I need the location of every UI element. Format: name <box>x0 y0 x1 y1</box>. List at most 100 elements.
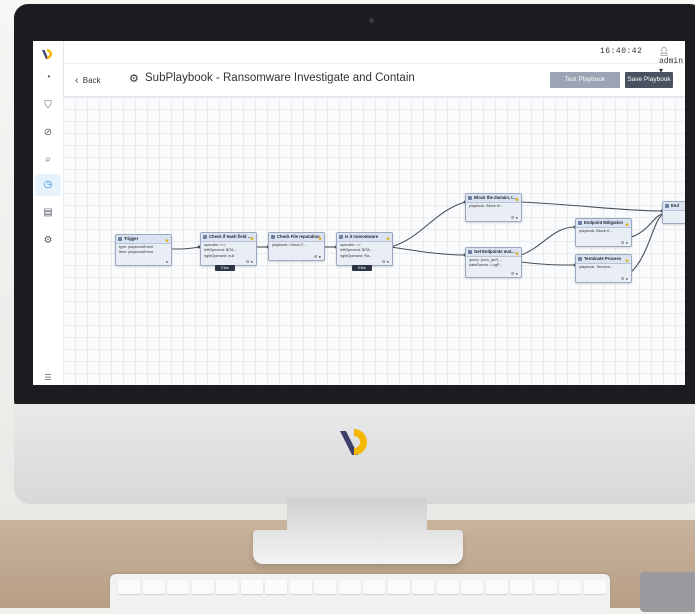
node-end[interactable]: End★ ● <box>662 201 685 224</box>
node-check-file[interactable]: Check File reputation ★ playbook: Check F… <box>268 232 325 261</box>
keyboard-key <box>216 580 238 594</box>
keyboard-key <box>118 580 140 594</box>
node-title: Endpoint Mitigation <box>584 220 624 225</box>
playbook-canvas[interactable]: Trigger ★ type: playbookEvent item: playb… <box>63 97 685 385</box>
node-title: Get Endpoints mat... <box>474 249 515 254</box>
dashboard-icon[interactable]: ◔ <box>41 71 55 85</box>
star-icon: ★ <box>164 237 169 243</box>
link-terminate-end <box>630 214 663 273</box>
node-row: playbook: Block th... <box>469 203 503 208</box>
else-tag[interactable]: Else <box>215 265 235 271</box>
delete-icon[interactable]: ● <box>166 259 168 264</box>
sidebar: ◔ ⛉ ⊘ ⌕ ◷ ▤ ⚙ ☰ <box>33 41 64 385</box>
node-endpoint-mitigation[interactable]: Endpoint Mitigation ★ playbook: Block H..… <box>575 218 632 247</box>
test-playbook-button[interactable]: Test Playbook <box>550 72 620 88</box>
keyboard-key <box>314 580 336 594</box>
star-icon: ★ <box>385 235 390 241</box>
node-row: item: playbookEvent <box>119 250 154 255</box>
node-action-icons[interactable]: ⚙ ● <box>246 259 253 264</box>
node-title: Is it ransomware <box>345 234 379 239</box>
keyboard-key <box>142 580 165 594</box>
star-icon: ★ <box>317 235 322 241</box>
gear-icon: ⚙ <box>129 73 139 85</box>
keyboard <box>110 574 610 614</box>
node-row: rightOperand: null <box>204 253 235 258</box>
keyboard-key <box>559 580 581 594</box>
node-title: Trigger <box>124 236 139 241</box>
save-playbook-button[interactable]: Save Playbook <box>625 72 673 88</box>
node-row: playbook: Check F... <box>272 242 307 247</box>
node-type-icon <box>578 257 582 261</box>
node-action-icons[interactable]: ⚙ ● <box>621 240 628 245</box>
camera-dot <box>369 18 374 23</box>
keyboard-key <box>436 580 459 594</box>
keyboard-key <box>167 580 189 594</box>
node-action-icons[interactable]: ⚙ ● <box>382 259 389 264</box>
node-check-hash[interactable]: Check if Hash field ... ★ operator: !== l… <box>200 232 257 266</box>
brand-logo <box>340 429 367 455</box>
node-title: Check File reputation <box>277 234 320 239</box>
node-type-icon <box>468 196 472 200</box>
back-button[interactable]: ‹ Back <box>75 75 101 86</box>
node-row: playbook: Block H... <box>579 228 613 233</box>
keyboard-key <box>583 580 606 594</box>
node-type-icon <box>271 235 275 239</box>
link-get-endpoints-terminate <box>520 261 576 266</box>
node-get-endpoints[interactable]: Get Endpoints mat... ★ query: {scm_ips*}.… <box>465 247 522 278</box>
tablet-device <box>640 572 695 612</box>
star-icon: ★ <box>249 235 254 241</box>
node-title: End <box>671 203 679 208</box>
star-icon: ★ <box>624 257 629 263</box>
logo-icon[interactable] <box>41 47 55 61</box>
person-icon: 👤︎ <box>659 48 670 57</box>
keyboard-key <box>191 580 214 594</box>
keyboard-key <box>412 580 434 594</box>
keyboard-key <box>240 580 263 594</box>
report-icon[interactable]: ▤ <box>41 206 55 220</box>
node-row: playbook: Termina... <box>579 264 613 269</box>
link-is-ransomware-block <box>390 201 466 248</box>
monitor-stand <box>253 530 463 564</box>
node-type-icon <box>665 204 669 208</box>
star-icon: ★ <box>514 196 519 202</box>
app-screen: ◔ ⛉ ⊘ ⌕ ◷ ▤ ⚙ ☰ 16:40:42 👤︎ admin ▾ ‹ Ba… <box>33 41 685 385</box>
keyboard-key <box>338 580 361 594</box>
node-row: dataSource: LogP... <box>469 263 503 268</box>
settings-icon[interactable]: ⚙ <box>41 234 55 248</box>
node-type-icon <box>339 235 343 239</box>
node-action-icons[interactable]: ⚙ ● <box>621 276 628 281</box>
keyboard-key <box>510 580 532 594</box>
page-title: SubPlaybook - Ransomware Investigate and… <box>145 72 415 84</box>
bug-search-icon[interactable]: ⊘ <box>41 126 55 140</box>
keyboard-key <box>534 580 557 594</box>
node-title: Check if Hash field ... <box>209 234 252 239</box>
node-type-icon <box>118 237 122 241</box>
node-type-icon <box>468 250 472 254</box>
top-bar: 16:40:42 👤︎ admin ▾ <box>63 41 685 76</box>
shield-icon[interactable]: ⛉ <box>41 99 55 113</box>
search-icon[interactable]: ⌕ <box>41 153 55 167</box>
else-tag[interactable]: Else <box>352 265 372 271</box>
node-action-icons[interactable]: ⚙ ● <box>511 215 518 220</box>
node-action-icons[interactable]: ⚙ ● <box>314 254 321 259</box>
node-row: rightOperand: Ra... <box>340 253 373 258</box>
node-is-ransomware[interactable]: Is it ransomware ★ operator: == leftOpera… <box>336 232 393 266</box>
node-type-icon <box>203 235 207 239</box>
keyboard-key <box>289 580 312 594</box>
title-bar: ‹ Back ⚙ SubPlaybook - Ransomware Invest… <box>63 64 685 97</box>
playbook-icon[interactable]: ◷ <box>41 178 55 192</box>
menu-icon[interactable]: ☰ <box>41 371 55 385</box>
link-get-endpoints-mitigation <box>520 226 576 256</box>
star-icon: ★ <box>624 221 629 227</box>
chevron-left-icon: ‹ <box>75 75 79 86</box>
node-action-icons[interactable]: ⚙ ● <box>511 271 518 276</box>
keyboard-key <box>387 580 410 594</box>
link-mitigation-end <box>630 213 663 238</box>
link-block-end <box>520 201 663 212</box>
node-title: Terminate Process <box>584 256 622 261</box>
node-block-domain[interactable]: Block the domain, I... ★ playbook: Block … <box>465 193 522 222</box>
node-terminate-process[interactable]: Terminate Process ★ playbook: Termina... … <box>575 254 632 283</box>
node-trigger[interactable]: Trigger ★ type: playbookEvent item: playb… <box>115 234 172 266</box>
node-title: Block the domain, I... <box>474 195 516 200</box>
keyboard-key <box>265 580 287 594</box>
